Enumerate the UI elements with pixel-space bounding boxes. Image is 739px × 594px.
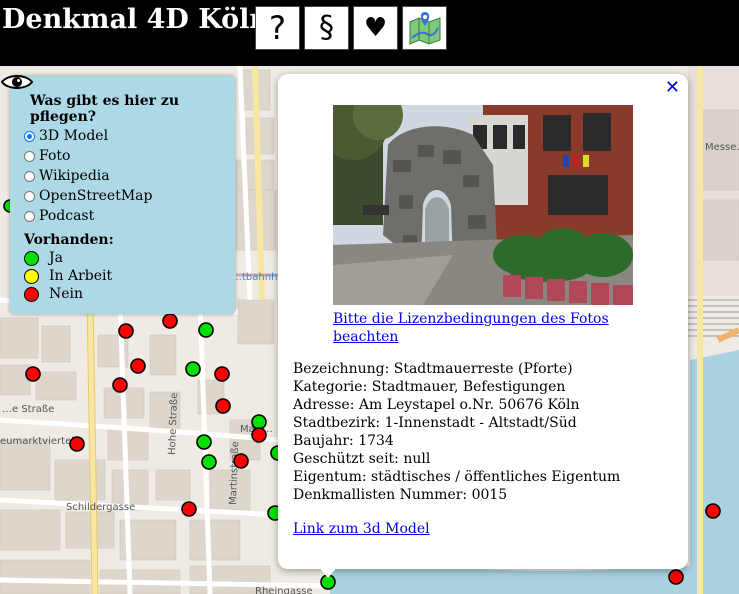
- street-label: Schildergasse: [66, 502, 135, 513]
- monument-info: Bezeichnung: Stadtmauerreste (Pforte) Ka…: [293, 360, 620, 504]
- legend-title: Vorhanden:: [24, 232, 114, 248]
- option-openstreetmap[interactable]: OpenStreetMap: [24, 186, 153, 206]
- option-podcast[interactable]: Podcast: [24, 206, 94, 226]
- popup-tip: [318, 566, 338, 578]
- street-label: Hohe Straße: [167, 392, 180, 455]
- monument-marker[interactable]: [201, 454, 217, 470]
- layer-panel: Was gibt es hier zu pflegen? 3D Model Fo…: [0, 75, 235, 314]
- yellow-dot-icon: [24, 268, 39, 284]
- map-button[interactable]: [402, 6, 447, 50]
- street-label: …e Straße: [2, 404, 54, 415]
- monument-photo[interactable]: [333, 105, 633, 305]
- legend-item-ja: Ja: [24, 249, 63, 267]
- monument-marker[interactable]: [112, 377, 128, 393]
- question-icon: ?: [269, 9, 286, 47]
- info-adresse: Adresse: Am Leystapel o.Nr. 50676 Köln: [293, 397, 580, 413]
- red-dot-icon: [24, 286, 39, 302]
- monument-marker[interactable]: [162, 313, 178, 329]
- monument-marker[interactable]: [69, 436, 85, 452]
- street-label: eumarktviertel: [0, 436, 74, 447]
- street-label: Martinstraße: [228, 441, 241, 505]
- monument-marker[interactable]: [196, 434, 212, 450]
- option-label: Foto: [39, 148, 71, 164]
- monument-marker[interactable]: [668, 569, 684, 585]
- panel-title: Was gibt es hier zu pflegen?: [30, 93, 180, 125]
- monument-marker[interactable]: [251, 414, 267, 430]
- heart-icon: ♥: [363, 13, 388, 43]
- map-icon: [409, 12, 440, 45]
- monument-marker[interactable]: [233, 453, 249, 469]
- monument-marker[interactable]: [130, 358, 146, 374]
- donate-button[interactable]: ♥: [353, 6, 398, 50]
- license-link[interactable]: Bitte die Lizenzbedingungen des Fotos be…: [333, 310, 633, 346]
- legend-item-nein: Nein: [24, 285, 83, 303]
- option-wikipedia[interactable]: Wikipedia: [24, 166, 110, 186]
- monument-popup: ✕ Bitte die Lizenzbedingungen des Fotos …: [278, 74, 688, 569]
- option-label: 3D Model: [39, 128, 109, 144]
- monument-marker[interactable]: [181, 501, 197, 517]
- info-baujahr: Baujahr: 1734: [293, 433, 394, 449]
- monument-marker[interactable]: [251, 427, 267, 443]
- info-nummer: Denkmallisten Nummer: 0015: [293, 487, 508, 503]
- legend-label: Ja: [49, 250, 63, 266]
- monument-marker[interactable]: [215, 398, 231, 414]
- green-dot-icon: [24, 250, 39, 266]
- info-stadtbezirk: Stadtbezirk: 1-Innenstadt - Altstadt/Süd: [293, 415, 577, 431]
- option-foto[interactable]: Foto: [24, 146, 70, 166]
- legal-button[interactable]: §: [304, 6, 349, 50]
- radio-button[interactable]: [24, 190, 35, 202]
- monument-marker[interactable]: [118, 323, 134, 339]
- photo-image: [333, 105, 633, 305]
- paragraph-icon: §: [319, 10, 334, 45]
- eye-icon[interactable]: [0, 72, 34, 92]
- model-link[interactable]: Link zum 3d Model: [293, 521, 430, 537]
- monument-marker[interactable]: [214, 366, 230, 382]
- legend-item-in-arbeit: In Arbeit: [24, 267, 112, 285]
- close-icon[interactable]: ✕: [665, 77, 680, 98]
- option-3d-model[interactable]: 3D Model: [24, 126, 108, 146]
- street-label: Rheingasse: [255, 586, 313, 594]
- radio-button[interactable]: [24, 170, 35, 182]
- option-label: Podcast: [39, 208, 95, 224]
- info-kategorie: Kategorie: Stadtmauer, Befestigungen: [293, 379, 566, 395]
- info-eigentum: Eigentum: städtisches / öffentliches Eig…: [293, 469, 621, 485]
- monument-marker[interactable]: [705, 503, 721, 519]
- help-button[interactable]: ?: [255, 6, 300, 50]
- monument-marker[interactable]: [185, 361, 201, 377]
- radio-button[interactable]: [24, 130, 35, 142]
- option-label: OpenStreetMap: [39, 188, 153, 204]
- info-geschuetzt: Geschützt seit: null: [293, 451, 431, 467]
- legend-label: Nein: [49, 286, 84, 302]
- monument-marker[interactable]: [25, 366, 41, 382]
- app-title: Denkmal 4D Köln: [2, 4, 270, 35]
- radio-button[interactable]: [24, 210, 35, 222]
- option-label: Wikipedia: [39, 168, 110, 184]
- street-label: Messe…: [705, 142, 739, 153]
- legend-label: In Arbeit: [49, 268, 113, 284]
- radio-button[interactable]: [24, 150, 35, 162]
- app-header: Denkmal 4D Köln ? § ♥: [0, 0, 739, 66]
- info-bezeichnung: Bezeichnung: Stadtmauerreste (Pforte): [293, 361, 573, 377]
- monument-marker[interactable]: [198, 322, 214, 338]
